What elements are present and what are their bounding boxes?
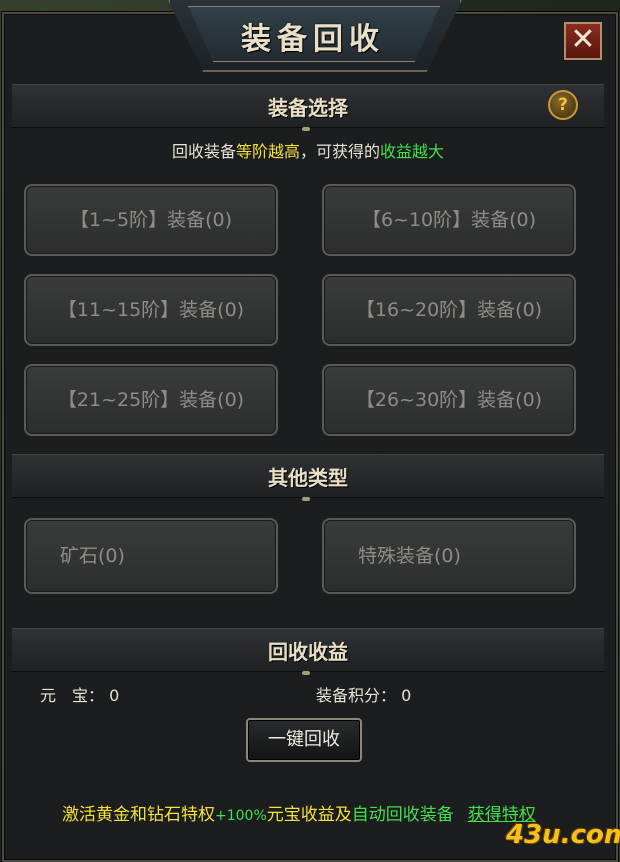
info-text-3: ，可获得的	[300, 142, 381, 161]
tier-button-16-20[interactable]: 【16~20阶】装备(0)	[322, 274, 576, 346]
band-ornament	[302, 497, 310, 501]
promo-text-1: 激活黄金和钻石特权	[62, 805, 215, 825]
yuanbao-label: 元 宝：	[40, 686, 105, 705]
info-text-2: 等阶越高	[235, 142, 300, 161]
help-icon-label: ?	[558, 95, 568, 115]
tier-button-1-5[interactable]: 【1~5阶】装备(0)	[24, 184, 278, 256]
promo-text-3: 元宝收益及	[266, 805, 352, 825]
band-ornament	[302, 127, 310, 131]
site-logo: 43u.com	[506, 820, 620, 850]
points-value: 0	[401, 686, 412, 705]
equip-select-heading: 装备选择	[268, 96, 348, 120]
close-icon: ✕	[570, 22, 596, 57]
one-click-recycle-button[interactable]: 一键回收	[246, 718, 362, 762]
equip-select-info: 回收装备等阶越高，可获得的收益越大	[12, 138, 604, 162]
tier-button-26-30[interactable]: 【26~30阶】装备(0)	[322, 364, 576, 436]
tier-button-11-15[interactable]: 【11~15阶】装备(0)	[24, 274, 278, 346]
info-text-4: 收益越大	[380, 142, 445, 161]
income-heading: 回收收益	[268, 640, 348, 664]
info-text-1: 回收装备	[171, 142, 236, 161]
window-title: 装备回收	[241, 22, 385, 57]
yuanbao-stat: 元 宝： 0	[40, 682, 119, 706]
help-icon[interactable]: ?	[548, 90, 578, 120]
close-button[interactable]: ✕	[564, 22, 602, 60]
special-equip-button[interactable]: 特殊装备(0)	[322, 518, 576, 594]
yuanbao-value: 0	[109, 686, 120, 705]
tier-button-6-10[interactable]: 【6~10阶】装备(0)	[322, 184, 576, 256]
points-stat: 装备积分： 0	[316, 682, 411, 706]
promo-text-4: 自动回收装备	[351, 805, 454, 825]
logo-text: 43u.com	[506, 820, 620, 850]
promo-line: 激活黄金和钻石特权+100%元宝收益及自动回收装备 获得特权	[62, 800, 536, 825]
band-ornament	[302, 671, 310, 675]
other-types-heading: 其他类型	[268, 466, 348, 490]
tier-button-21-25[interactable]: 【21~25阶】装备(0)	[24, 364, 278, 436]
promo-text-2: +100%	[215, 808, 267, 824]
points-label: 装备积分：	[316, 686, 397, 705]
ore-button[interactable]: 矿石(0)	[24, 518, 278, 594]
